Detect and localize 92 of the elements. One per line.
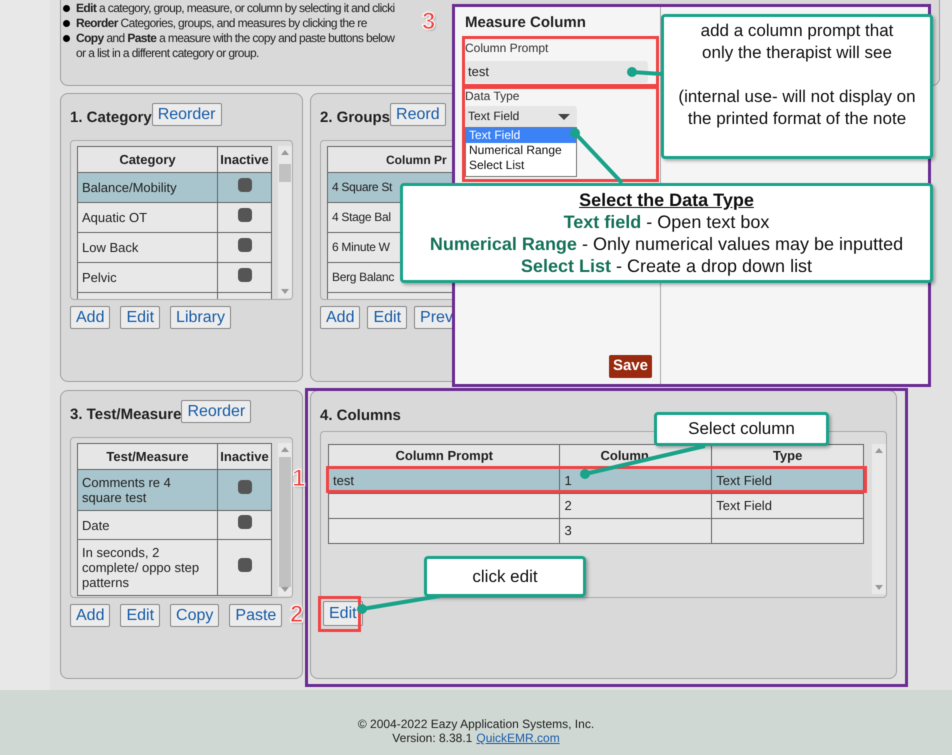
button[interactable]: Add	[70, 604, 110, 627]
step-number: 3	[422, 9, 436, 35]
instruction-text: Edit a category, group, measure, or column by selecting it and clicki	[76, 1, 395, 16]
dropdown-option[interactable]: Select List	[466, 158, 528, 173]
panel-title: 2. Groups	[320, 108, 390, 128]
table-cell: test	[333, 473, 354, 488]
callout-text: Select List - Create a drop down list	[520, 255, 812, 277]
button[interactable]: Reord	[390, 103, 446, 126]
checkbox[interactable]	[238, 238, 252, 252]
caret-icon	[558, 114, 570, 120]
callout-text: Numerical Range - Only numerical values may be inputted	[430, 233, 904, 255]
button[interactable]: Reorder	[152, 103, 222, 126]
checkbox[interactable]	[238, 178, 252, 192]
bullet-icon	[63, 35, 70, 42]
table-cell: Aquatic OT	[82, 210, 148, 225]
dropdown-option[interactable]: Numerical Range	[466, 143, 565, 158]
table-row[interactable]: Comments re 4 square test	[78, 470, 272, 510]
column-header: Test/Measure	[106, 448, 189, 464]
dropdown-value: Text Field	[468, 108, 520, 125]
table-cell: Pelvic	[82, 270, 117, 285]
scrollbar[interactable]	[872, 444, 886, 594]
version-text: Version: 8.38.1	[392, 731, 472, 745]
checkbox[interactable]	[238, 480, 252, 494]
button[interactable]: Copy	[170, 604, 220, 627]
save-button[interactable]: Save	[608, 355, 652, 378]
column-header: Column Prompt	[395, 448, 493, 462]
step-number: 1	[292, 466, 306, 492]
instruction-text: Copy and Paste a measure with the copy and paste buttons below or a list in a different category or group.	[76, 31, 396, 61]
table-row[interactable]: Low Back	[78, 232, 272, 262]
dialog-title: Measure Column	[465, 13, 587, 33]
table-row[interactable]: 3	[328, 518, 864, 544]
table-cell: Text Field	[716, 473, 772, 488]
table-cell: Low Back	[82, 240, 138, 255]
table-cell: 1	[564, 473, 572, 488]
field-label: Data Type	[465, 89, 520, 103]
instruction-text: Reorder Categories, groups, and measures by clicking the re	[76, 16, 367, 31]
button[interactable]: Edit	[120, 604, 160, 627]
checkbox[interactable]	[238, 268, 252, 282]
panel-title: 1. Category	[70, 108, 152, 128]
button[interactable]: Reorder	[181, 400, 252, 423]
table-cell: 4 Square St	[332, 180, 392, 194]
step-number: 2	[290, 602, 304, 628]
table-cell: Date	[82, 518, 110, 532]
dropdown-option[interactable]: Text Field	[466, 128, 576, 143]
panel-title: 3. Test/Measure	[70, 405, 182, 426]
table-cell: Balance/Mobility	[82, 180, 177, 195]
checkbox[interactable]	[238, 558, 252, 572]
table-cell: In seconds, 2 complete/ oppo step patterns	[82, 545, 200, 590]
button[interactable]: Edit	[120, 306, 160, 329]
bullet-icon	[63, 5, 70, 12]
column-header: Category	[119, 152, 176, 167]
callout: Select column	[654, 412, 829, 446]
panel-title: 4. Columns	[320, 406, 402, 425]
table-row[interactable]: Aquatic OT	[78, 202, 272, 232]
table-row[interactable]: 2 Text Field	[328, 494, 864, 518]
scrollbar[interactable]	[278, 146, 292, 298]
callout-text: add a column prompt that only the therapist will see	[700, 20, 894, 64]
table-row[interactable]: In seconds, 2 complete/ oppo step patterns	[78, 540, 272, 596]
checkbox[interactable]	[238, 515, 252, 530]
table-cell: 2	[564, 498, 572, 514]
table-cell: 3	[564, 523, 572, 538]
table-row[interactable]: Date	[78, 510, 272, 540]
column-header: Inactive	[220, 448, 269, 464]
table-cell: Berg Balanc	[332, 270, 394, 284]
scrollbar[interactable]	[278, 443, 292, 596]
table-cell: Comments re 4 square test	[82, 475, 171, 505]
copyright-text: © 2004-2022 Eazy Application Systems, Inc.	[358, 717, 594, 731]
website-link[interactable]: QuickEMR.com	[476, 731, 560, 745]
button[interactable]: Add	[320, 306, 360, 329]
table-row[interactable]: Balance/Mobility	[78, 172, 272, 202]
table-cell: 4 Stage Bal	[332, 210, 391, 224]
bullet-icon	[63, 20, 70, 27]
callout-text: (internal use- will not display on the printed format of the note	[677, 86, 917, 130]
input-field[interactable]: test	[465, 61, 648, 83]
column-header: Inactive	[220, 152, 269, 167]
column-header: Column Pr	[386, 152, 447, 166]
table-cell: Text Field	[716, 498, 772, 514]
checkbox[interactable]	[238, 208, 252, 222]
column-header: Column	[600, 448, 649, 462]
callout: click edit	[424, 556, 586, 597]
dropdown[interactable]: Text Field	[465, 106, 577, 127]
column-header: Type	[772, 448, 802, 462]
button[interactable]: Add	[70, 306, 110, 329]
callout-heading: Select the Data Type	[579, 189, 754, 211]
table-row[interactable]: Pelvic	[78, 262, 272, 292]
button[interactable]: Paste	[229, 604, 282, 627]
table-cell: 6 Minute W	[332, 240, 390, 254]
button[interactable]: Library	[170, 306, 231, 329]
callout-text: Text field - Open text box	[564, 211, 770, 233]
button[interactable]: Edit	[323, 601, 363, 626]
field-label: Column Prompt	[465, 41, 550, 55]
button[interactable]: Edit	[367, 306, 408, 329]
